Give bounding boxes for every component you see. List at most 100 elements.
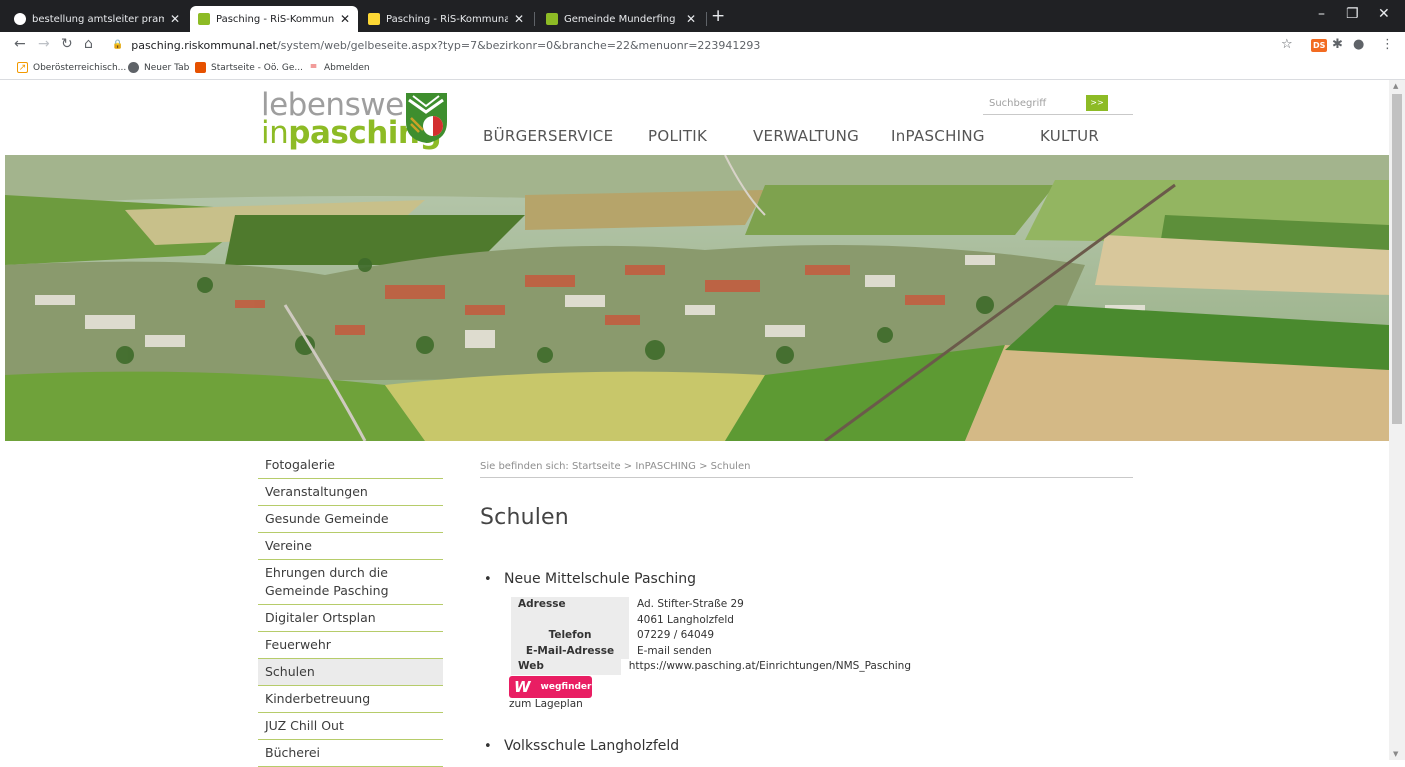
crest-favicon-icon xyxy=(368,13,380,25)
sidebar-item-buecherei[interactable]: Bücherei xyxy=(258,740,443,767)
close-tab-icon[interactable]: ✕ xyxy=(340,12,350,26)
browser-tab[interactable]: bestellung amtsleiter pram – Goo ✕ xyxy=(6,6,188,32)
menu-kebab-icon[interactable]: ⋮ xyxy=(1381,37,1394,52)
minimize-icon[interactable]: – xyxy=(1318,6,1325,22)
detail-row-web: Web https://www.pasching.at/Einrichtunge… xyxy=(511,659,911,675)
lageplan-link[interactable]: zum Lageplan xyxy=(509,698,583,710)
detail-key: E-Mail-Adresse xyxy=(511,643,629,659)
bookmark-label: Neuer Tab xyxy=(144,62,190,73)
nav-buergerservice[interactable]: BÜRGERSERVICE xyxy=(483,127,613,145)
sidebar-nav: Fotogalerie Veranstaltungen Gesunde Geme… xyxy=(258,452,443,767)
profile-icon[interactable]: ● xyxy=(1353,37,1364,52)
detail-value: Ad. Stifter-Straße 29 xyxy=(637,598,744,610)
sidebar-item-vereine[interactable]: Vereine xyxy=(258,533,443,560)
bookmark-item[interactable]: = Abmelden xyxy=(308,62,370,73)
bookmark-item[interactable]: Startseite - Oö. Ge... xyxy=(195,62,303,73)
browser-tab-active[interactable]: Pasching - RiS-Kommunal - Start ✕ xyxy=(190,6,358,32)
tab-separator xyxy=(706,12,707,26)
search-box: >> xyxy=(983,93,1133,115)
site-logo[interactable]: lebenswert inpasching xyxy=(261,90,451,152)
scrollbar-thumb[interactable] xyxy=(1392,94,1402,424)
sidebar-item-schulen[interactable]: Schulen xyxy=(258,659,443,686)
coat-of-arms-icon xyxy=(406,93,447,143)
detail-key xyxy=(511,612,629,628)
tab-title: Pasching - RiS-Kommunal - Start xyxy=(216,13,334,25)
email-link[interactable]: E-mail senden xyxy=(637,644,911,660)
home-icon[interactable]: ⌂ xyxy=(84,36,93,52)
scroll-down-icon[interactable]: ▼ xyxy=(1393,750,1398,758)
tab-title: Gemeinde Munderfing xyxy=(564,13,676,25)
nav-inpasching[interactable]: InPASCHING xyxy=(891,127,985,145)
school-details-table: Adresse Ad. Stifter-Straße 29 4061 Langh… xyxy=(511,597,911,675)
url-host: pasching.riskommunal.net xyxy=(131,38,277,52)
browser-tab[interactable]: Pasching - RiS-Kommunal - Start ✕ xyxy=(360,6,532,32)
sidebar-item-kinderbetreuung[interactable]: Kinderbetreuung xyxy=(258,686,443,713)
detail-key: Adresse xyxy=(511,597,629,613)
sidebar-item-veranstaltungen[interactable]: Veranstaltungen xyxy=(258,479,443,506)
sidebar-item-ortsplan[interactable]: Digitaler Ortsplan xyxy=(258,605,443,632)
school-list-item: • Volksschule Langholzfeld xyxy=(484,738,679,754)
back-icon[interactable]: ← xyxy=(14,36,26,52)
sidebar-item-feuerwehr[interactable]: Feuerwehr xyxy=(258,632,443,659)
logout-icon: = xyxy=(309,62,318,72)
sidebar-item-ehrungen[interactable]: Ehrungen durch die Gemeinde Pasching xyxy=(258,560,443,605)
scroll-up-icon[interactable]: ▲ xyxy=(1393,82,1398,90)
extension-ds-icon[interactable]: DS xyxy=(1311,39,1328,52)
doc-icon: ↗ xyxy=(17,62,28,73)
sidebar-item-gesunde-gemeinde[interactable]: Gesunde Gemeinde xyxy=(258,506,443,533)
wegfinder-logo-icon: W xyxy=(514,678,531,696)
new-tab-button[interactable]: + xyxy=(711,6,725,26)
bookmark-star-icon[interactable]: ☆ xyxy=(1281,37,1293,52)
detail-value: 07229 / 64049 xyxy=(637,629,715,641)
address-bar-row: ← → ↻ ⌂ 🔒 pasching.riskommunal.net /syst… xyxy=(0,32,1405,58)
sidebar-item-juz-chill-out[interactable]: JUZ Chill Out xyxy=(258,713,443,740)
bookmarks-bar: ↗ Oberösterreichisch... Neuer Tab Starts… xyxy=(0,58,1405,80)
crest-favicon-icon xyxy=(198,13,210,25)
url-field[interactable]: 🔒 pasching.riskommunal.net /system/web/g… xyxy=(112,35,1272,55)
tab-title: Pasching - RiS-Kommunal - Start xyxy=(386,13,508,25)
page-scrollbar[interactable]: ▲ ▼ xyxy=(1389,80,1405,760)
detail-value: 4061 Langholzfeld xyxy=(637,613,734,626)
site-icon xyxy=(195,62,206,73)
extensions-puzzle-icon[interactable]: ✱ xyxy=(1332,37,1343,52)
page-title: Schulen xyxy=(480,505,569,530)
search-submit-button[interactable]: >> xyxy=(1086,95,1108,111)
close-window-icon[interactable]: ✕ xyxy=(1378,6,1390,22)
hero-aerial-photo xyxy=(5,155,1389,441)
detail-row-phone: Telefon 07229 / 64049 xyxy=(511,628,911,644)
google-icon xyxy=(14,13,26,25)
detail-row-email: E-Mail-Adresse E-mail senden xyxy=(511,643,911,660)
crest-favicon-icon xyxy=(546,13,558,25)
nav-verwaltung[interactable]: VERWALTUNG xyxy=(753,127,859,145)
close-tab-icon[interactable]: ✕ xyxy=(686,12,696,26)
nav-kultur[interactable]: KULTUR xyxy=(1040,127,1099,145)
close-tab-icon[interactable]: ✕ xyxy=(170,12,180,26)
tab-title: bestellung amtsleiter pram – Goo xyxy=(32,13,164,25)
bullet-icon: • xyxy=(484,739,492,754)
breadcrumb: Sie befinden sich: Startseite > InPASCHI… xyxy=(480,461,1133,478)
nav-politik[interactable]: POLITIK xyxy=(648,127,707,145)
bookmark-label: Oberösterreichisch... xyxy=(33,62,127,73)
wegfinder-label: wegfinder xyxy=(540,682,592,692)
forward-icon[interactable]: → xyxy=(38,36,50,52)
detail-key: Web xyxy=(511,659,621,675)
detail-row-address: Adresse Ad. Stifter-Straße 29 xyxy=(511,597,911,613)
search-input[interactable] xyxy=(989,95,1081,111)
lock-icon: 🔒 xyxy=(112,40,124,50)
browser-tab-bar: bestellung amtsleiter pram – Goo ✕ Pasch… xyxy=(0,0,1405,32)
web-link[interactable]: https://www.pasching.at/Einrichtungen/NM… xyxy=(629,659,911,675)
sidebar-item-fotogalerie[interactable]: Fotogalerie xyxy=(258,452,443,479)
bookmark-item[interactable]: Neuer Tab xyxy=(128,62,189,73)
detail-key: Telefon xyxy=(511,628,629,644)
bookmark-label: Abmelden xyxy=(324,62,370,73)
tab-separator xyxy=(534,12,535,26)
close-tab-icon[interactable]: ✕ xyxy=(514,12,524,26)
restore-icon[interactable]: ❐ xyxy=(1346,6,1359,22)
reload-icon[interactable]: ↻ xyxy=(61,36,73,52)
wegfinder-button[interactable]: W wegfinder xyxy=(509,676,592,698)
school-name: Neue Mittelschule Pasching xyxy=(504,571,697,587)
browser-tab[interactable]: Gemeinde Munderfing ✕ xyxy=(538,6,704,32)
bookmark-item[interactable]: ↗ Oberösterreichisch... xyxy=(17,62,126,73)
globe-icon xyxy=(128,62,139,73)
bookmark-label: Startseite - Oö. Ge... xyxy=(211,62,303,73)
